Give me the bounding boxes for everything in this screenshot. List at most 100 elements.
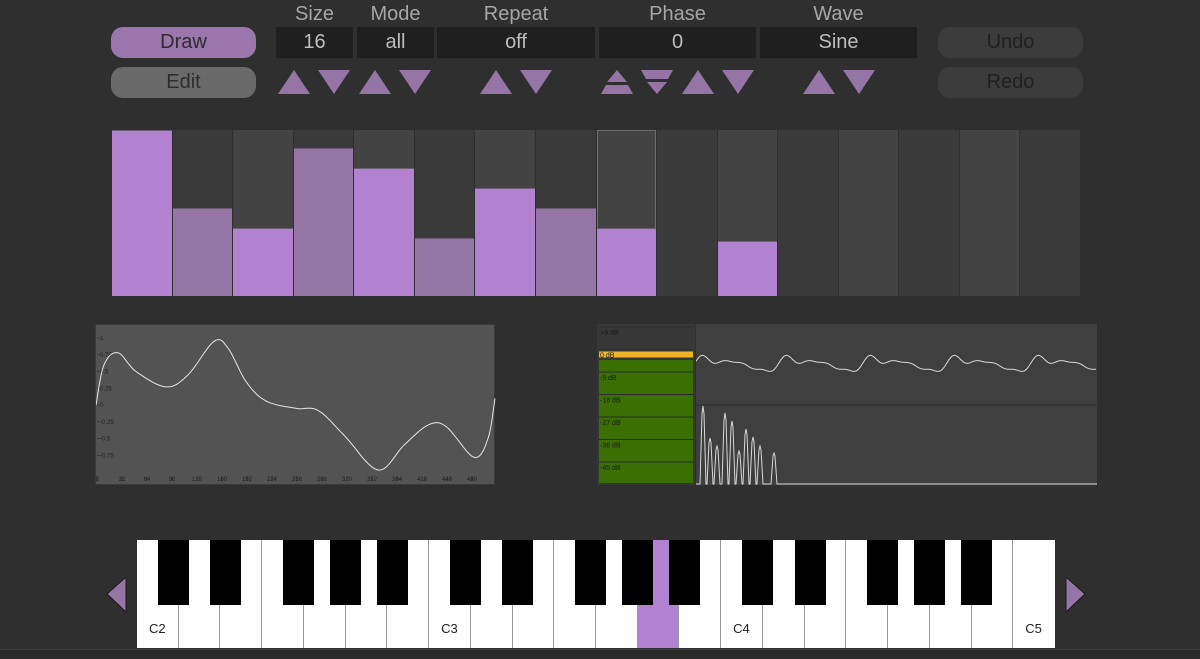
black-key-gs4[interactable] xyxy=(914,540,946,605)
triangle-up-icon xyxy=(480,70,512,94)
x-tick-label: 128 xyxy=(192,477,203,483)
phase-fast-decrement-button[interactable] xyxy=(641,70,673,94)
black-key-ds4[interactable] xyxy=(794,540,826,605)
phase-decrement-button[interactable] xyxy=(722,70,754,94)
sequencer-step[interactable] xyxy=(354,130,414,296)
meter-db-label: -45 dB xyxy=(600,465,621,472)
size-value: 16 xyxy=(276,27,353,58)
triangle-down-icon xyxy=(843,70,875,94)
meter-db-label: 0 dB xyxy=(600,353,615,360)
oscilloscope-canvas xyxy=(695,354,1097,485)
y-tick-label: -0.75 xyxy=(100,453,114,459)
undo-button[interactable]: Undo xyxy=(938,27,1083,58)
white-key-c5[interactable]: C5 xyxy=(1013,540,1055,648)
repeat-value: off xyxy=(437,27,595,58)
repeat-decrement-button[interactable] xyxy=(520,70,552,94)
level-meter: +9 dB 0 dB -9 dB -18 dB -27 dB -36 dB -45 dB xyxy=(597,324,695,485)
redo-button[interactable]: Redo xyxy=(938,67,1083,98)
sequencer-step[interactable] xyxy=(959,130,1020,296)
sequencer-step[interactable] xyxy=(778,130,838,296)
sequencer-step[interactable] xyxy=(475,130,535,296)
sequencer-step[interactable] xyxy=(535,130,596,296)
oscilloscope xyxy=(695,324,1097,485)
black-key-ds3[interactable] xyxy=(502,540,534,605)
black-key-gs2[interactable] xyxy=(330,540,362,605)
y-tick-label: 0 xyxy=(100,403,104,409)
sequencer-step[interactable] xyxy=(717,130,778,296)
y-tick-label: 0.75 xyxy=(100,353,112,359)
black-key-ds2[interactable] xyxy=(210,540,242,605)
step-value-bar xyxy=(475,188,535,296)
sequencer-step[interactable] xyxy=(112,130,172,296)
black-key-cs2[interactable] xyxy=(157,540,189,605)
phase-increment-button[interactable] xyxy=(682,70,714,94)
draw-mode-button[interactable]: Draw xyxy=(111,27,256,58)
sequencer-step[interactable] xyxy=(899,130,959,296)
level-meter-canvas: +9 dB 0 dB -9 dB -18 dB -27 dB -36 dB -45 dB xyxy=(599,326,693,483)
black-key-as2[interactable] xyxy=(377,540,409,605)
mode-decrement-button[interactable] xyxy=(399,70,431,94)
sequencer-step[interactable] xyxy=(657,130,717,296)
x-tick-label: 288 xyxy=(317,477,328,483)
triangle-down-icon xyxy=(520,70,552,94)
keyboard-scroll-left-button[interactable] xyxy=(106,575,128,618)
repeat-label: Repeat xyxy=(483,3,549,25)
sequencer-step[interactable] xyxy=(172,130,233,296)
x-tick-label: 416 xyxy=(417,477,428,483)
x-tick-label: 160 xyxy=(217,477,228,483)
phase-fast-increment-button[interactable] xyxy=(601,70,633,94)
size-increment-button[interactable] xyxy=(278,70,310,94)
key-label: C5 xyxy=(1025,621,1042,636)
key-label: C4 xyxy=(733,621,750,636)
y-tick-label: -0.5 xyxy=(100,437,111,443)
x-tick-label: 384 xyxy=(392,477,403,483)
step-value-bar xyxy=(172,208,233,296)
sequencer-step[interactable] xyxy=(233,130,293,296)
meter-db-label: -18 dB xyxy=(600,398,621,405)
step-value-bar xyxy=(596,227,657,296)
edit-mode-button[interactable]: Edit xyxy=(111,67,256,98)
waveform-graph[interactable]: 1 0.75 0.5 0.25 0 -0.25 -0.5 -0.75 0 32 64 96 128 160… xyxy=(95,324,496,485)
sequencer-step[interactable] xyxy=(293,130,354,296)
triangle-down-icon xyxy=(318,70,350,94)
x-tick-label: 96 xyxy=(169,477,176,483)
step-sequencer[interactable] xyxy=(112,130,1081,296)
mode-label: Mode xyxy=(370,3,421,25)
x-tick-label: 320 xyxy=(342,477,353,483)
black-key-as3[interactable] xyxy=(669,540,701,605)
wave-decrement-button[interactable] xyxy=(843,70,875,94)
keyboard-scroll-right-button[interactable] xyxy=(1065,575,1087,618)
triangle-up-double-icon xyxy=(601,70,633,94)
black-key-cs4[interactable] xyxy=(742,540,773,605)
repeat-increment-button[interactable] xyxy=(480,70,512,94)
meter-db-label: +9 dB xyxy=(600,330,619,337)
sequencer-step[interactable] xyxy=(1020,130,1080,296)
wave-increment-button[interactable] xyxy=(803,70,835,94)
triangle-down-icon xyxy=(722,70,754,94)
spectrum-trace xyxy=(696,405,1097,485)
triangle-down-double-icon xyxy=(641,70,673,94)
black-key-as4[interactable] xyxy=(961,540,993,605)
x-tick-label: 64 xyxy=(144,477,151,483)
mode-increment-button[interactable] xyxy=(359,70,391,94)
step-value-bar xyxy=(535,208,596,296)
size-decrement-button[interactable] xyxy=(318,70,350,94)
sequencer-step[interactable] xyxy=(596,130,657,296)
sequencer-step[interactable] xyxy=(838,130,899,296)
x-tick-label: 256 xyxy=(292,477,303,483)
key-label: C3 xyxy=(441,621,458,636)
size-label: Size xyxy=(295,3,334,25)
piano-keyboard[interactable]: C2 C3 C4 C5 xyxy=(137,540,1055,648)
black-key-fs3[interactable] xyxy=(575,540,607,605)
y-tick-label: 1 xyxy=(100,336,104,342)
sequencer-step[interactable] xyxy=(414,130,475,296)
step-value-bar xyxy=(717,241,778,296)
black-key-gs3[interactable] xyxy=(622,540,654,605)
arrow-left-icon xyxy=(106,575,127,614)
black-key-cs3[interactable] xyxy=(449,540,481,605)
black-key-fs4[interactable] xyxy=(867,540,899,605)
triangle-up-icon xyxy=(682,70,714,94)
black-key-fs2[interactable] xyxy=(283,540,314,605)
wave-value: Sine xyxy=(760,27,917,58)
y-tick-label: -0.25 xyxy=(100,420,114,426)
